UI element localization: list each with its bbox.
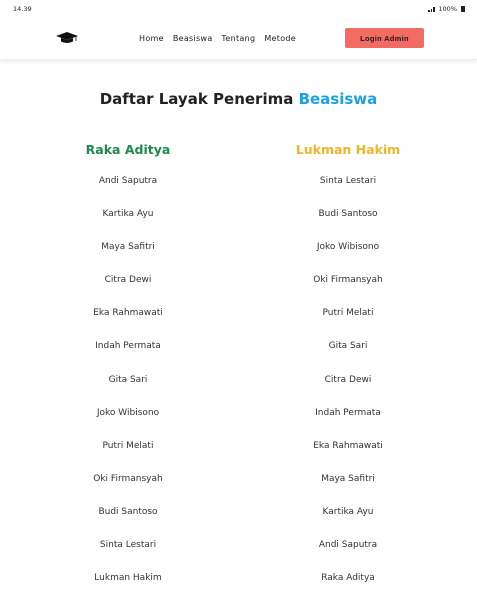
list-item: Eka Rahmawati [313,440,383,451]
navbar: Home Beasiswa Tentang Metode Login Admin [0,18,477,60]
list-item: Joko Wibisono [316,242,380,253]
list-item: Gita Sari [328,341,368,352]
nav-links: Home Beasiswa Tentang Metode [139,34,296,43]
list-item: Gita Sari [108,374,148,385]
list-item: Kartika Ayu [102,209,154,220]
list-item: Andi Saputra [98,176,158,186]
list-item: Maya Safitri [321,473,375,484]
list-item: Sinta Lestari [319,176,377,186]
page-title-main: Daftar Layak Penerima [99,90,294,108]
name-list: Sinta Lestari Budi Santoso Joko Wibisono… [258,174,438,596]
list-item: Putri Melati [102,440,154,451]
list-item: Citra Dewi [104,275,152,286]
status-time: 14.39 [13,5,32,13]
nav-beasiswa[interactable]: Beasiswa [173,34,213,43]
list-item: Sinta Lestari [99,540,157,551]
battery-level: 100% [438,5,457,13]
list-item: Indah Permata [95,341,161,352]
list-item: Budi Santoso [318,209,378,220]
column-heading: Raka Aditya [85,142,171,157]
list-item: Putri Melati [322,308,374,319]
graduation-cap-icon[interactable] [56,32,78,44]
page-title-accent: Beasiswa [298,90,378,108]
nav-tentang[interactable]: Tentang [222,34,256,43]
list-item: Kartika Ayu [322,506,374,517]
column-heading: Lukman Hakim [295,142,401,157]
recipient-column-right: Lukman Hakim Sinta Lestari Budi Santoso … [258,140,438,596]
recipient-column-left: Raka Aditya Andi Saputra Kartika Ayu May… [38,140,218,596]
list-item: Budi Santoso [98,506,158,517]
nav-metode[interactable]: Metode [264,34,296,43]
list-item: Lukman Hakim [94,573,162,584]
name-list: Andi Saputra Kartika Ayu Maya Safitri Ci… [38,174,218,596]
list-item: Maya Safitri [101,242,155,253]
status-bar: 14.39 100% [0,0,477,18]
list-item: Citra Dewi [324,374,372,385]
list-item: Joko Wibisono [96,407,160,418]
login-admin-button[interactable]: Login Admin [345,28,424,48]
list-item: Eka Rahmawati [93,308,163,319]
list-item: Oki Firmansyah [93,473,163,484]
list-item: Andi Saputra [318,540,378,551]
list-item: Oki Firmansyah [313,275,383,286]
nav-home[interactable]: Home [139,34,164,43]
list-item: Raka Aditya [321,573,375,584]
page-title: Daftar Layak Penerima Beasiswa [0,90,477,108]
status-indicators: 100% [428,5,465,13]
signal-icon [428,6,436,12]
list-item: Indah Permata [315,407,381,418]
battery-icon [461,6,465,12]
